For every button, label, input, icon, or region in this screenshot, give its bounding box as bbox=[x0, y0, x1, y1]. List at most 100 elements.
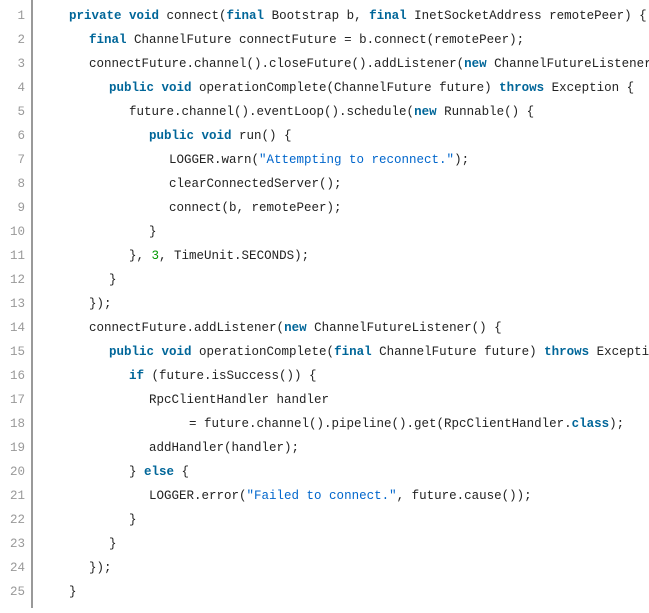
code-line: LOGGER.warn("Attempting to reconnect."); bbox=[41, 148, 649, 172]
line-number: 9 bbox=[18, 196, 26, 220]
token-plain: } bbox=[129, 465, 144, 479]
code-line: public void operationComplete(ChannelFut… bbox=[41, 76, 649, 100]
line-number: 6 bbox=[18, 124, 26, 148]
token-kw: final bbox=[334, 345, 372, 359]
code-line: = future.channel().pipeline().get(RpcCli… bbox=[41, 412, 649, 436]
code-body: private void connect(final Bootstrap b, … bbox=[33, 0, 649, 608]
token-kw: final bbox=[227, 9, 265, 23]
code-line: }); bbox=[41, 292, 649, 316]
line-number: 7 bbox=[18, 148, 26, 172]
token-kw: final bbox=[89, 33, 127, 47]
code-line: connect(b, remotePeer); bbox=[41, 196, 649, 220]
token-kw: new bbox=[414, 105, 437, 119]
line-number: 3 bbox=[18, 52, 26, 76]
line-number: 13 bbox=[10, 292, 25, 316]
code-line: connectFuture.channel().closeFuture().ad… bbox=[41, 52, 649, 76]
token-plain: InetSocketAddress remotePeer) { bbox=[407, 9, 647, 23]
token-plain: ); bbox=[609, 417, 624, 431]
line-number: 23 bbox=[10, 532, 25, 556]
token-plain: ); bbox=[454, 153, 469, 167]
line-number: 20 bbox=[10, 460, 25, 484]
token-plain: connect(b, remotePeer); bbox=[169, 201, 342, 215]
token-plain: }, bbox=[129, 249, 152, 263]
token-plain: = future.channel().pipeline().get(RpcCli… bbox=[189, 417, 572, 431]
line-number: 10 bbox=[10, 220, 25, 244]
token-plain: LOGGER.warn( bbox=[169, 153, 259, 167]
token-plain: operationComplete(ChannelFuture future) bbox=[192, 81, 500, 95]
token-num: 3 bbox=[152, 249, 160, 263]
token-kw: public void bbox=[109, 81, 192, 95]
code-container: 1234567891011121314151617181920212223242… bbox=[0, 0, 649, 608]
line-number: 8 bbox=[18, 172, 26, 196]
token-plain: } bbox=[109, 537, 117, 551]
code-line: private void connect(final Bootstrap b, … bbox=[41, 4, 649, 28]
token-kw: class bbox=[572, 417, 610, 431]
token-plain: Exception { bbox=[544, 81, 634, 95]
line-number: 15 bbox=[10, 340, 25, 364]
token-plain: future.channel().eventLoop().schedule( bbox=[129, 105, 414, 119]
token-plain: connectFuture.channel().closeFuture().ad… bbox=[89, 57, 464, 71]
token-kw: public void bbox=[149, 129, 232, 143]
token-plain: Exception { bbox=[589, 345, 649, 359]
token-kw: public void bbox=[109, 345, 192, 359]
code-line: }); bbox=[41, 556, 649, 580]
code-line: if (future.isSuccess()) { bbox=[41, 364, 649, 388]
line-number: 17 bbox=[10, 388, 25, 412]
code-line: }, 3, TimeUnit.SECONDS); bbox=[41, 244, 649, 268]
line-number: 12 bbox=[10, 268, 25, 292]
code-line: connectFuture.addListener(new ChannelFut… bbox=[41, 316, 649, 340]
line-number: 5 bbox=[18, 100, 26, 124]
line-number: 22 bbox=[10, 508, 25, 532]
token-kw: throws bbox=[499, 81, 544, 95]
token-plain: } bbox=[149, 225, 157, 239]
line-number: 18 bbox=[10, 412, 25, 436]
token-plain: ChannelFuture future) bbox=[372, 345, 545, 359]
code-line: future.channel().eventLoop().schedule(ne… bbox=[41, 100, 649, 124]
token-plain: connect( bbox=[159, 9, 227, 23]
token-plain: }); bbox=[89, 561, 112, 575]
line-number: 1 bbox=[18, 4, 26, 28]
token-kw: new bbox=[284, 321, 307, 335]
token-plain: ChannelFuture connectFuture = b.connect(… bbox=[127, 33, 525, 47]
code-line: } bbox=[41, 532, 649, 556]
code-line: public void run() { bbox=[41, 124, 649, 148]
code-line: RpcClientHandler handler bbox=[41, 388, 649, 412]
line-number: 21 bbox=[10, 484, 25, 508]
code-line: LOGGER.error("Failed to connect.", futur… bbox=[41, 484, 649, 508]
token-str: "Failed to connect." bbox=[247, 489, 397, 503]
token-plain: , TimeUnit.SECONDS); bbox=[159, 249, 309, 263]
line-number: 16 bbox=[10, 364, 25, 388]
line-number: 11 bbox=[10, 244, 25, 268]
token-plain: Runnable() { bbox=[437, 105, 535, 119]
token-str: "Attempting to reconnect." bbox=[259, 153, 454, 167]
line-number: 19 bbox=[10, 436, 25, 460]
token-plain: RpcClientHandler handler bbox=[149, 393, 329, 407]
code-line: } bbox=[41, 580, 649, 604]
token-plain: LOGGER.error( bbox=[149, 489, 247, 503]
token-kw: final bbox=[369, 9, 407, 23]
token-plain: } bbox=[69, 585, 77, 599]
token-plain: ChannelFutureListener() { bbox=[307, 321, 502, 335]
token-plain: } bbox=[109, 273, 117, 287]
line-number: 25 bbox=[10, 580, 25, 604]
code-line: addHandler(handler); bbox=[41, 436, 649, 460]
line-number: 2 bbox=[18, 28, 26, 52]
token-plain: }); bbox=[89, 297, 112, 311]
code-line: } else { bbox=[41, 460, 649, 484]
token-kw: new bbox=[464, 57, 487, 71]
token-kw: throws bbox=[544, 345, 589, 359]
code-line: } bbox=[41, 220, 649, 244]
token-plain: run() { bbox=[232, 129, 292, 143]
token-plain: } bbox=[129, 513, 137, 527]
line-number: 4 bbox=[18, 76, 26, 100]
token-plain: { bbox=[174, 465, 189, 479]
token-plain: (future.isSuccess()) { bbox=[144, 369, 317, 383]
token-kw: else bbox=[144, 465, 174, 479]
token-plain: operationComplete( bbox=[192, 345, 335, 359]
line-number: 14 bbox=[10, 316, 25, 340]
line-number: 24 bbox=[10, 556, 25, 580]
code-line: clearConnectedServer(); bbox=[41, 172, 649, 196]
token-kw: if bbox=[129, 369, 144, 383]
token-plain: , future.cause()); bbox=[397, 489, 532, 503]
token-plain: clearConnectedServer(); bbox=[169, 177, 342, 191]
